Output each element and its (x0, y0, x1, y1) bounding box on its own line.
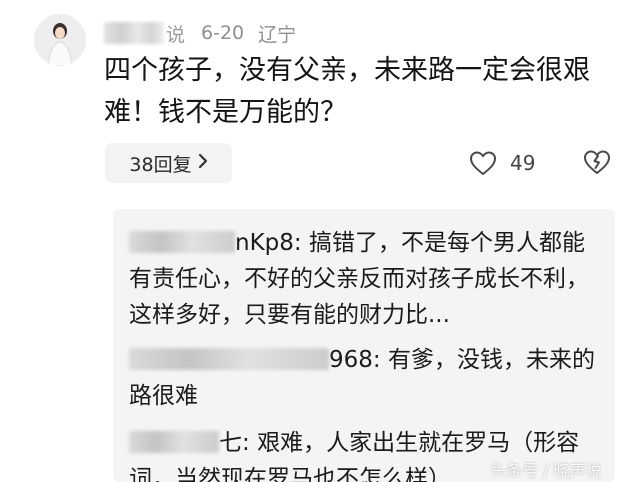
reply-author: 968 (329, 347, 373, 373)
comment-date: 6-20 (201, 22, 245, 44)
watermark: 头条号 / 晓声说 (490, 461, 602, 480)
avatar[interactable] (34, 14, 86, 66)
reply-item[interactable]: nKp8: 搞错了，不是每个男人都能有责任心，不好的父亲反而对孩子成长不利，这样… (129, 225, 599, 333)
view-replies-button[interactable]: 38回复 (105, 143, 232, 183)
avatar-image (34, 14, 86, 66)
blurred-username (129, 431, 219, 453)
broken-heart-icon (583, 150, 611, 175)
reply-item[interactable]: 968: 有爹，没钱，未来的路很难 (129, 342, 599, 414)
blurred-username (129, 348, 329, 370)
reply-thread: nKp8: 搞错了，不是每个男人都能有责任心，不好的父亲反而对孩子成长不利，这样… (113, 209, 615, 482)
reply-count-label: 38回复 (129, 153, 192, 176)
reply-author: 七 (219, 430, 242, 456)
comment-location: 辽宁 (258, 23, 297, 46)
blurred-username (104, 22, 164, 44)
blurred-username (129, 231, 235, 253)
heart-outline-icon (469, 151, 497, 176)
comment-header: 说 6-20 辽宁 (104, 18, 296, 48)
reply-author: nKp8 (235, 230, 294, 256)
like-button[interactable]: 49 (468, 147, 535, 179)
dislike-button[interactable] (582, 148, 612, 180)
comment-text: 四个孩子，没有父亲，未来路一定会很艰难！钱不是万能的？ (104, 55, 590, 128)
username-tail[interactable]: 说 (166, 20, 185, 47)
chevron-right-icon (198, 153, 208, 174)
like-count: 49 (510, 151, 536, 175)
